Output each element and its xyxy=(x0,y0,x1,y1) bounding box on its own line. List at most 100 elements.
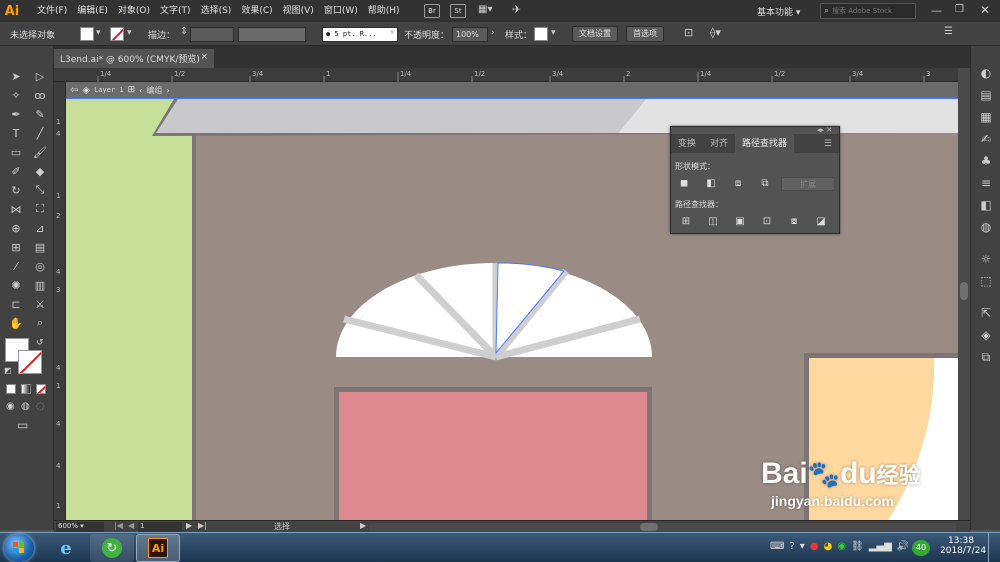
gradient-tool-icon[interactable]: ▤ xyxy=(31,239,49,255)
gradient-panel-icon[interactable]: ◧ xyxy=(971,194,1000,216)
rotate-tool-icon[interactable]: ↻ xyxy=(7,182,25,198)
notification-badge[interactable]: 40 xyxy=(912,540,930,556)
stroke-panel-icon[interactable]: ≡ xyxy=(971,172,1000,194)
green-wall[interactable] xyxy=(66,99,192,520)
fill-dropdown-icon[interactable]: ▾ xyxy=(96,28,101,38)
show-desktop-button[interactable] xyxy=(988,533,1000,562)
magic-wand-tool-icon[interactable]: ✧ xyxy=(7,87,25,103)
exclude-icon[interactable]: ⧉ xyxy=(758,177,772,189)
tab-pathfinder[interactable]: 路径查找器 xyxy=(735,134,795,153)
width-tool-icon[interactable]: ⋈ xyxy=(7,201,25,217)
fill-swatch[interactable] xyxy=(80,27,94,41)
artboard-tool-icon[interactable]: ⊏ xyxy=(7,296,25,312)
control-bar-menu-icon[interactable]: ☰ xyxy=(944,26,953,37)
zoom-tool-icon[interactable]: ⌕ xyxy=(31,315,49,331)
tray-arrow-icon[interactable]: ▾ xyxy=(800,541,805,552)
appearance-panel-icon[interactable]: ☼ xyxy=(971,248,1000,270)
mesh-tool-icon[interactable]: ⊞ xyxy=(7,239,25,255)
illustrator-taskbar-button[interactable]: Ai xyxy=(136,534,180,562)
shape-builder-tool-icon[interactable]: ⊕ xyxy=(7,220,25,236)
collapse-panel-icon[interactable]: ◂▸ ✕ xyxy=(817,126,832,134)
qq-icon[interactable]: ◕ xyxy=(824,541,833,552)
rectangle-tool-icon[interactable]: ▭ xyxy=(7,144,25,160)
horizontal-scrollbar[interactable] xyxy=(370,523,956,531)
trim-icon[interactable]: ◫ xyxy=(706,215,720,227)
first-artboard-icon[interactable]: |◀ xyxy=(114,521,123,530)
start-button[interactable] xyxy=(4,534,34,562)
vertical-ruler[interactable]: 1 4 1 2 4 3 4 1 4 4 1 xyxy=(54,82,66,520)
blend-tool-icon[interactable]: ◎ xyxy=(31,258,49,274)
usb-icon[interactable]: ⛓ xyxy=(851,541,864,552)
draw-normal-icon[interactable]: ◉ xyxy=(6,401,15,412)
close-window-icon[interactable]: ✕ xyxy=(980,3,990,17)
vertical-scrollbar[interactable] xyxy=(958,68,970,520)
intersect-icon[interactable]: ⧈ xyxy=(731,177,745,189)
scroll-thumb[interactable] xyxy=(640,523,658,531)
crop-icon[interactable]: ⊡ xyxy=(760,215,774,227)
type-tool-icon[interactable]: T xyxy=(7,125,25,141)
menu-file[interactable]: 文件(F) xyxy=(32,0,72,22)
opacity-field[interactable]: 100% xyxy=(452,27,488,42)
free-transform-tool-icon[interactable]: ⛶ xyxy=(31,201,49,217)
gpu-performance-icon[interactable]: ✈ xyxy=(512,3,521,16)
status-menu-icon[interactable]: ▶ xyxy=(360,521,366,530)
slice-tool-icon[interactable]: ⚔ xyxy=(31,296,49,312)
swatches-panel-icon[interactable]: ▦ xyxy=(971,106,1000,128)
browser-taskbar-button[interactable]: ↻ xyxy=(90,534,134,562)
bridge-button[interactable]: Br xyxy=(424,4,440,18)
tab-align[interactable]: 对齐 xyxy=(703,134,735,153)
menu-help[interactable]: 帮助(H) xyxy=(363,0,405,22)
color-mode-icon[interactable] xyxy=(6,384,16,394)
swap-fill-stroke-icon[interactable]: ↺ xyxy=(36,338,44,348)
opacity-arrow-icon[interactable]: › xyxy=(491,28,495,38)
column-graph-tool-icon[interactable]: ▥ xyxy=(31,277,49,293)
menu-view[interactable]: 视图(V) xyxy=(278,0,319,22)
color-panel-icon[interactable]: ◐ xyxy=(971,62,1000,84)
paintbrush-tool-icon[interactable]: 🖌 xyxy=(31,144,49,160)
transparency-panel-icon[interactable]: ◍ xyxy=(971,216,1000,238)
merge-icon[interactable]: ▣ xyxy=(733,215,747,227)
eraser-tool-icon[interactable]: ◆ xyxy=(31,163,49,179)
menu-effect[interactable]: 效果(C) xyxy=(236,0,277,22)
minus-back-icon[interactable]: ◪ xyxy=(814,215,828,227)
hand-tool-icon[interactable]: ✋ xyxy=(7,315,25,331)
menu-type[interactable]: 文字(T) xyxy=(155,0,196,22)
menu-edit[interactable]: 编辑(E) xyxy=(72,0,113,22)
expand-button[interactable]: 扩展 xyxy=(781,177,835,191)
keyboard-icon[interactable]: ⌨ xyxy=(770,541,784,552)
graphic-style-swatch[interactable] xyxy=(534,27,548,41)
curvature-tool-icon[interactable]: ✎ xyxy=(31,106,49,122)
menu-window[interactable]: 窗口(W) xyxy=(319,0,363,22)
brushes-panel-icon[interactable]: ✍ xyxy=(971,128,1000,150)
zoom-field[interactable]: 600% ▾ xyxy=(56,522,104,532)
stock-search-box[interactable]: ⌕ xyxy=(820,3,916,19)
style-dropdown-icon[interactable]: ▾ xyxy=(551,28,556,38)
direct-selection-tool-icon[interactable]: ▷ xyxy=(31,68,49,84)
eyedropper-tool-icon[interactable]: ⁄ xyxy=(7,258,25,274)
security-icon[interactable]: ● xyxy=(810,541,819,552)
stroke-weight-field[interactable] xyxy=(190,27,234,42)
line-segment-tool-icon[interactable]: ╱ xyxy=(31,125,49,141)
draw-behind-icon[interactable]: ◍ xyxy=(21,401,30,412)
last-artboard-icon[interactable]: ▶| xyxy=(198,521,207,530)
stroke-dropdown-icon[interactable]: ▾ xyxy=(127,28,132,38)
artboard-number-field[interactable]: 1 xyxy=(138,522,182,532)
divide-icon[interactable]: ⊞ xyxy=(679,215,693,227)
layers-panel-icon[interactable]: ◈ xyxy=(971,324,1000,346)
perspective-grid-tool-icon[interactable]: ⊿ xyxy=(31,220,49,236)
stroke-swatch[interactable] xyxy=(110,27,124,41)
outline-icon[interactable]: ⧇ xyxy=(787,215,801,227)
roof-shade[interactable] xyxy=(156,99,646,133)
select-similar-icon[interactable]: ⊡ xyxy=(684,26,693,39)
graphic-styles-icon[interactable]: ⬚ xyxy=(971,270,1000,292)
brush-dropdown-icon[interactable]: ▾ xyxy=(390,28,395,38)
next-artboard-icon[interactable]: ▶ xyxy=(186,521,192,530)
workspace-switcher[interactable]: 基本功能 ▾ xyxy=(757,5,800,18)
variable-width-profile[interactable] xyxy=(238,27,306,42)
draw-inside-icon[interactable]: ◌ xyxy=(36,401,45,412)
minimize-icon[interactable]: — xyxy=(931,4,942,17)
back-arrow-icon[interactable]: ⇦ xyxy=(70,85,78,96)
illustrator-logo[interactable]: Ai xyxy=(0,0,24,22)
menu-select[interactable]: 选择(S) xyxy=(196,0,237,22)
isolation-layer-name[interactable]: Layer 1 xyxy=(94,86,124,94)
